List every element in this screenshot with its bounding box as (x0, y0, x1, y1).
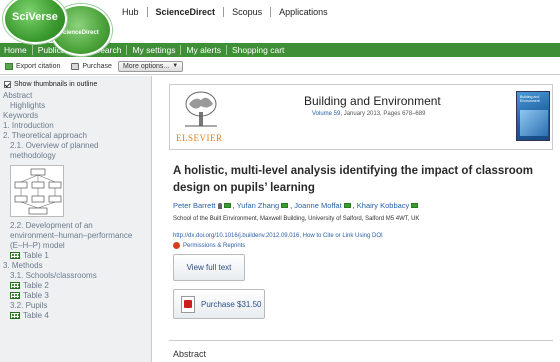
sciencedirect-logo-text: ScienceDirect (59, 30, 99, 36)
outline-table-1[interactable]: Table 1 (0, 251, 151, 261)
email-icon[interactable] (411, 203, 419, 208)
volume-link[interactable]: Volume 59 (312, 111, 340, 117)
email-icon[interactable] (223, 203, 231, 208)
person-icon (217, 202, 222, 209)
outline-table-2-label: Table 2 (23, 281, 49, 290)
outline-ehp-model[interactable]: 2.2. Development of an environment–human… (0, 221, 140, 251)
table-icon (10, 312, 20, 320)
export-citation-button[interactable]: Export citation (5, 62, 61, 70)
table-icon (10, 282, 20, 290)
author-separator: , (232, 201, 235, 210)
nav-my-alerts[interactable]: My alerts (180, 45, 225, 55)
permissions-label: Permissions & Reprints (183, 242, 246, 249)
outline-table-3[interactable]: Table 3 (0, 291, 151, 301)
figure-thumbnail-image (14, 168, 62, 215)
outline-sidebar: Show thumbnails in outline Abstract High… (0, 76, 152, 362)
purchase-label: Purchase $31.50 (201, 299, 262, 309)
author-link[interactable]: Peter Barrett (173, 201, 216, 210)
abstract-heading: Abstract (173, 349, 207, 359)
outline-methods[interactable]: 3. Methods (0, 261, 151, 271)
outline-overview-methodology[interactable]: 2.1. Overview of planned methodology (0, 141, 140, 161)
nav-shopping-cart[interactable]: Shopping cart (225, 45, 289, 55)
journal-header: ELSEVIER Building and Environment Volume… (169, 84, 553, 150)
cover-image (520, 110, 548, 136)
table-icon (10, 252, 20, 260)
outline-highlights[interactable]: Highlights (0, 101, 151, 111)
pdf-icon (181, 295, 195, 313)
show-thumbnails-label: Show thumbnails in outline (14, 81, 98, 88)
logo[interactable]: ScienceDirect SciVerse (0, 0, 112, 56)
outline-theoretical-approach[interactable]: 2. Theoretical approach (0, 131, 151, 141)
outline-pupils[interactable]: 3.2. Pupils (0, 301, 151, 311)
view-full-text-button[interactable]: View full text (173, 254, 245, 281)
outline-list: Abstract Highlights Keywords 1. Introduc… (0, 91, 151, 321)
nav-my-settings[interactable]: My settings (126, 45, 180, 55)
section-divider (169, 340, 553, 341)
doi-link[interactable]: http://dx.doi.org/10.1016/j.buildenv.201… (173, 233, 383, 239)
issue-pages: , January 2013, Pages 678–689 (340, 111, 426, 117)
journal-meta: Volume 59, January 2013, Pages 678–689 (312, 111, 425, 117)
export-icon (5, 62, 13, 70)
topnav-hub[interactable]: Hub (122, 7, 147, 17)
nav-home[interactable]: Home (0, 45, 32, 55)
show-thumbnails-toggle[interactable]: Show thumbnails in outline (4, 81, 151, 88)
author-separator: , (290, 201, 293, 210)
outline-schools-classrooms[interactable]: 3.1. Schools/classrooms (0, 271, 151, 281)
topnav-sciencedirect[interactable]: ScienceDirect (146, 7, 224, 17)
article-main: ELSEVIER Building and Environment Volume… (153, 76, 560, 362)
chevron-down-icon: ▼ (172, 63, 179, 69)
elsevier-wordmark: ELSEVIER (176, 133, 223, 143)
outline-table-3-label: Table 3 (23, 291, 49, 300)
outline-table-4-label: Table 4 (23, 311, 49, 320)
cover-title: Building and Environment (520, 95, 540, 103)
topnav-scopus[interactable]: Scopus (223, 7, 270, 17)
more-options-dropdown[interactable]: More options... ▼ (117, 60, 184, 72)
outline-abstract[interactable]: Abstract (0, 91, 151, 101)
purchase-toolbar-button[interactable]: Purchase (71, 62, 112, 70)
author-link[interactable]: Yufan Zhang (237, 201, 280, 210)
email-icon[interactable] (281, 203, 289, 208)
author-link[interactable]: Khairy Kobbacy (357, 201, 410, 210)
purchase-toolbar-label: Purchase (82, 62, 112, 70)
permissions-link[interactable]: Permissions & Reprints (173, 242, 245, 249)
outline-table-1-label: Table 1 (23, 251, 49, 260)
permissions-icon (173, 242, 180, 249)
top-bar: ScienceDirect SciVerse Hub ScienceDirect… (0, 0, 560, 56)
sciverse-logo-text: SciVerse (12, 11, 58, 23)
article-toolbar: Export citation Purchase More options...… (0, 58, 560, 75)
export-citation-label: Export citation (16, 62, 61, 70)
outline-table-4[interactable]: Table 4 (0, 311, 151, 321)
author-list: Peter Barrett , Yufan Zhang , Joanne Mof… (173, 201, 419, 210)
figure-thumbnail[interactable] (10, 165, 64, 217)
top-nav: Hub ScienceDirect Scopus Applications (122, 7, 336, 17)
purchase-article-button[interactable]: Purchase $31.50 (173, 289, 265, 319)
outline-introduction[interactable]: 1. Introduction (0, 121, 151, 131)
topnav-applications[interactable]: Applications (270, 7, 336, 17)
elsevier-tree-icon (185, 91, 217, 127)
more-options-label: More options... (122, 62, 170, 70)
table-icon (10, 292, 20, 300)
affiliation: School of the Built Environment, Maxwell… (173, 216, 420, 222)
author-link[interactable]: Joanne Moffat (294, 201, 341, 210)
email-icon[interactable] (343, 203, 351, 208)
cart-icon (71, 62, 80, 70)
outline-table-2[interactable]: Table 2 (0, 281, 151, 291)
elsevier-logo[interactable]: ELSEVIER (174, 88, 228, 146)
article-title: A holistic, multi-level analysis identif… (173, 165, 533, 194)
journal-title[interactable]: Building and Environment (304, 94, 441, 108)
author-separator: , (352, 201, 355, 210)
thumbnails-checkbox[interactable] (4, 81, 11, 88)
journal-cover[interactable]: Building and Environment (516, 91, 550, 141)
outline-keywords[interactable]: Keywords (0, 111, 151, 121)
